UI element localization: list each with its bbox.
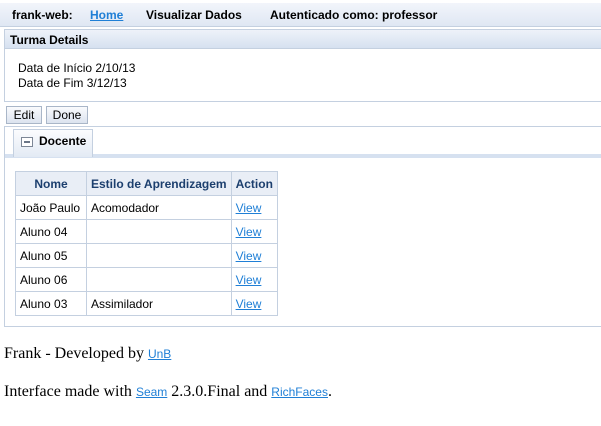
tab-docente[interactable]: Docente	[13, 129, 93, 157]
start-date: Data de Início 2/10/13	[18, 61, 136, 75]
table-row: Aluno 06 View	[15, 267, 278, 292]
table-header-row: Nome Estilo de Aprendizagem Action	[15, 171, 278, 196]
footer-text: Interface made with	[4, 383, 132, 400]
docente-table: Nome Estilo de Aprendizagem Action João …	[15, 171, 278, 316]
cell-action: View	[230, 267, 278, 292]
panel-title: Turma Details	[10, 33, 89, 47]
view-link[interactable]: View	[236, 297, 262, 311]
footer-text: 2.3.0.Final and	[171, 383, 268, 400]
footer-text: Frank - Developed by	[4, 345, 144, 362]
table-row: João Paulo Acomodador View	[15, 195, 278, 220]
footer-period: .	[327, 383, 332, 400]
unb-link[interactable]: UnB	[148, 347, 171, 361]
footer-developed-by: Frank - Developed by UnB	[4, 345, 171, 363]
cell-estilo	[86, 219, 232, 244]
cell-nome: Aluno 04	[15, 219, 87, 244]
table-row: Aluno 05 View	[15, 243, 278, 268]
cell-action: View	[230, 243, 278, 268]
footer-interface: Interface made with Seam 2.3.0.Final and…	[4, 383, 332, 401]
tab-label: Docente	[39, 134, 87, 148]
view-link[interactable]: View	[236, 273, 262, 287]
turma-details-panel: Turma Details Data de Início 2/10/13 Dat…	[4, 29, 601, 102]
cell-action: View	[230, 291, 278, 316]
cell-nome: Aluno 03	[15, 291, 87, 316]
cell-nome: João Paulo	[15, 195, 87, 220]
table-row: Aluno 03 Assimilador View	[15, 291, 278, 316]
visualizar-dados-menu[interactable]: Visualizar Dados	[146, 8, 242, 22]
cell-nome: Aluno 05	[15, 243, 87, 268]
tab-docente-icon	[21, 137, 33, 147]
edit-button[interactable]: Edit	[6, 106, 42, 124]
richfaces-link[interactable]: RichFaces	[271, 385, 328, 399]
done-button[interactable]: Done	[46, 106, 88, 124]
panel-header: Turma Details	[5, 30, 601, 49]
end-date: Data de Fim 3/12/13	[18, 76, 127, 90]
view-link[interactable]: View	[236, 225, 262, 239]
top-toolbar: frank-web: Home Visualizar Dados Autenti…	[0, 3, 601, 27]
tab-strip: Docente	[5, 127, 601, 158]
cell-action: View	[230, 219, 278, 244]
cell-nome: Aluno 06	[15, 267, 87, 292]
cell-action: View	[230, 195, 278, 220]
column-header-action: Action	[230, 171, 278, 196]
seam-link[interactable]: Seam	[136, 385, 167, 399]
column-header-nome: Nome	[15, 171, 87, 196]
table-row: Aluno 04 View	[15, 219, 278, 244]
cell-estilo	[86, 243, 232, 268]
home-link[interactable]: Home	[90, 8, 123, 22]
auth-status: Autenticado como: professor	[270, 8, 438, 22]
column-header-estilo: Estilo de Aprendizagem	[86, 171, 232, 196]
view-link[interactable]: View	[236, 249, 262, 263]
app-name: frank-web:	[12, 8, 73, 22]
cell-estilo: Acomodador	[86, 195, 232, 220]
cell-estilo	[86, 267, 232, 292]
view-link[interactable]: View	[236, 201, 262, 215]
cell-estilo: Assimilador	[86, 291, 232, 316]
